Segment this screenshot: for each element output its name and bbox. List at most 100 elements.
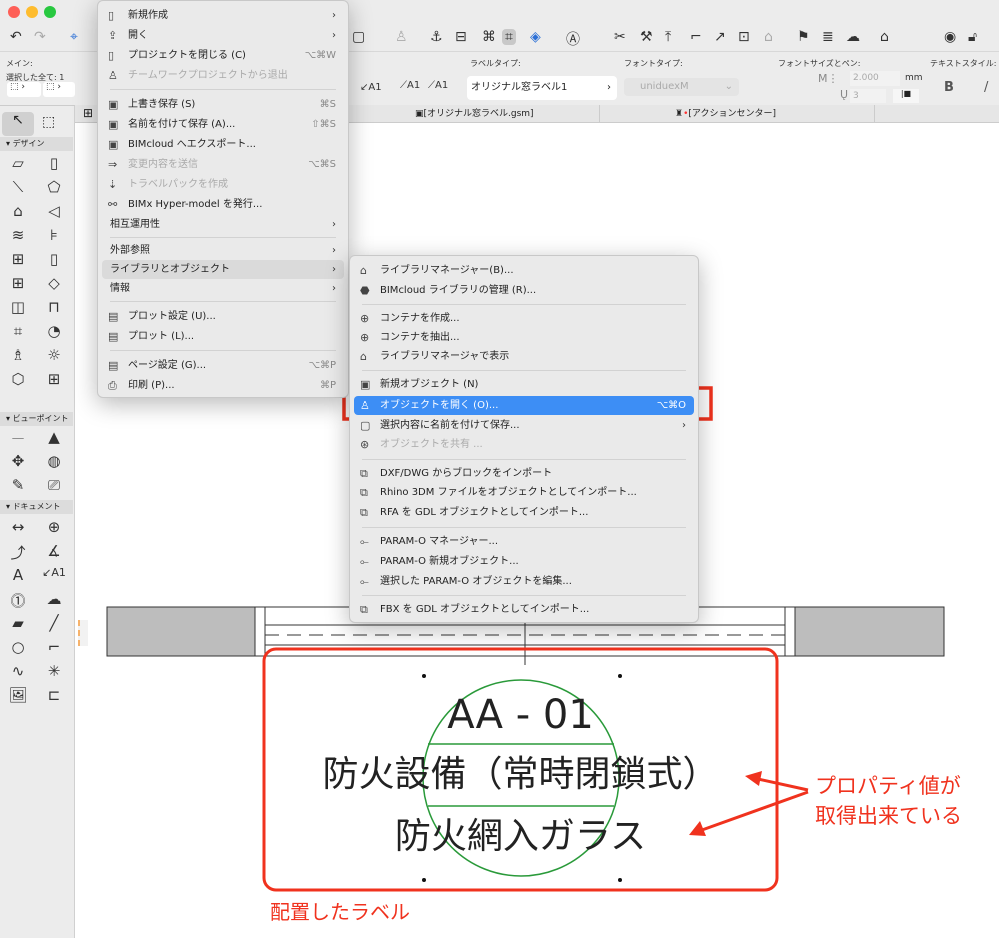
menu-item-icon: ⧉ — [360, 506, 368, 519]
menu-separator — [362, 459, 686, 460]
bimcloud-export-icon: ▣ — [108, 138, 119, 151]
menu-item-label: オブジェクトを開く (O)... — [380, 400, 499, 411]
menu-item-label: プロジェクトを閉じる (C) — [128, 50, 246, 61]
print-icon: ⎙ — [108, 379, 117, 392]
menu-item[interactable]: ⟜ PARAM-O 新規オブジェクト... — [354, 552, 694, 571]
menu-item-label: コンテナを抽出... — [380, 332, 460, 343]
menu-item-label: FBX を GDL オブジェクトとしてインポート... — [380, 604, 590, 615]
menu-item[interactable]: ⟜ 選択した PARAM-O オブジェクトを編集... — [354, 572, 694, 591]
menu-item-label: 情報 — [110, 283, 130, 294]
menu-item[interactable]: 外部参照 › — [102, 241, 344, 260]
close-project-icon: ▯ — [108, 49, 115, 62]
menu-separator — [362, 370, 686, 371]
menu-separator — [110, 350, 336, 351]
label-fire-equipment[interactable]: 防火設備（常時閉鎖式） — [264, 752, 777, 798]
menu-item[interactable]: 相互運用性 › — [102, 215, 344, 234]
menu-item[interactable]: ▤ プロット (L)... — [102, 327, 344, 346]
menu-item[interactable]: ⧉ Rhino 3DM ファイルをオブジェクトとしてインポート... — [354, 483, 694, 502]
menu-item-label: オブジェクトを共有 ... — [380, 439, 483, 450]
menu-item-icon: ⊛ — [360, 438, 370, 451]
menu-item[interactable]: ⊕ コンテナを抽出... — [354, 328, 694, 347]
menu-item-icon: ⟜ — [360, 575, 369, 588]
menu-item[interactable]: ♙ チームワークプロジェクトから退出 — [102, 66, 344, 85]
leave-team-icon: ♙ — [108, 69, 118, 82]
menu-item[interactable]: ▢ 選択内容に名前を付けて保存... › — [354, 416, 694, 435]
menu-item-icon: ⧉ — [360, 486, 368, 499]
menu-item[interactable]: ⧉ FBX を GDL オブジェクトとしてインポート... — [354, 600, 694, 619]
menu-item[interactable]: ▣ BIMcloud へエクスポート... — [102, 135, 344, 154]
menu-item-label: Rhino 3DM ファイルをオブジェクトとしてインポート... — [380, 487, 637, 498]
menu-item[interactable]: ▣ 上書き保存 (S) ⌘S — [102, 95, 344, 114]
wall-left — [106, 606, 256, 657]
annotation-placed-label: 配置したラベル — [270, 900, 410, 924]
menu-item-label: 新規オブジェクト (N) — [380, 379, 479, 390]
menu-item[interactable]: ▤ プロット設定 (U)... — [102, 307, 344, 326]
menu-item-label: ライブラリマネージャで表示 — [380, 351, 510, 362]
menu-item-label: DXF/DWG からブロックをインポート — [380, 468, 553, 479]
menu-separator — [362, 304, 686, 305]
annotation-property-1: プロパティ値が — [815, 774, 961, 798]
menu-item-label: 変更内容を送信 — [128, 159, 198, 170]
page-setup-icon: ▤ — [108, 359, 119, 372]
menu-separator — [110, 301, 336, 302]
menu-item[interactable]: ⚯ BIMx Hyper-model を発行... — [102, 195, 344, 214]
menu-item[interactable]: ⊕ コンテナを作成... — [354, 309, 694, 328]
menu-item-icon: ⧉ — [360, 603, 368, 616]
wall-right — [794, 606, 945, 657]
menu-item[interactable]: ⟜ PARAM-O マネージャー... — [354, 532, 694, 551]
menu-item-label: 名前を付けて保存 (A)... — [128, 119, 236, 130]
menu-item-label: BIMcloud へエクスポート... — [128, 139, 256, 150]
menu-item-label: トラベルパックを作成 — [128, 179, 228, 190]
menu-item-label: プロット設定 (U)... — [128, 311, 216, 322]
chevron-right-icon: › — [332, 30, 336, 41]
menu-item-label: 開く — [128, 30, 148, 41]
library-objects-submenu: ⌂ ライブラリマネージャー(B)... ⬣ BIMcloud ライブラリの管理 (R)… — [349, 255, 699, 623]
menu-separator — [362, 595, 686, 596]
chevron-right-icon: › — [332, 10, 336, 21]
send-icon: ⇒ — [108, 158, 118, 171]
menu-item[interactable]: ♙ オブジェクトを開く (O)... ⌥⌘O — [354, 396, 694, 415]
menu-item-icon: ⬣ — [360, 284, 370, 297]
menu-item[interactable]: ⇪ 開く › — [102, 26, 344, 45]
save-icon: ▣ — [108, 98, 119, 111]
menu-separator — [110, 237, 336, 238]
menu-item-label: BIMx Hyper-model を発行... — [128, 199, 263, 210]
label-id[interactable]: AA - 01 — [264, 692, 777, 738]
menu-item-label: ページ設定 (G)... — [128, 360, 207, 371]
menu-item[interactable]: ▤ ページ設定 (G)... ⌥⌘P — [102, 356, 344, 375]
menu-item-shortcut: ⌥⌘W — [304, 50, 336, 61]
menu-item[interactable]: 情報 › — [102, 279, 344, 298]
menu-item-icon: ♙ — [360, 399, 370, 412]
menu-item-label: BIMcloud ライブラリの管理 (R)... — [380, 285, 537, 296]
menu-item[interactable]: ▣ 新規オブジェクト (N) — [354, 375, 694, 394]
menu-item[interactable]: ⎙ 印刷 (P)... ⌘P — [102, 376, 344, 395]
menu-item-label: PARAM-O マネージャー... — [380, 536, 499, 547]
menu-item-shortcut: ⇧⌘S — [311, 119, 336, 130]
menu-item-shortcut: ⌘S — [319, 99, 336, 110]
menu-item[interactable]: ライブラリとオブジェクト › — [102, 260, 344, 279]
menu-item-label: RFA を GDL オブジェクトとしてインポート... — [380, 507, 589, 518]
menu-item-label: 印刷 (P)... — [128, 380, 175, 391]
save-as-icon: ▣ — [108, 118, 119, 131]
chevron-right-icon: › — [682, 420, 686, 431]
label-glass-type[interactable]: 防火網入ガラス — [264, 814, 777, 860]
menu-item[interactable]: ⬣ BIMcloud ライブラリの管理 (R)... — [354, 281, 694, 300]
menu-item[interactable]: ⌂ ライブラリマネージャで表示 — [354, 347, 694, 366]
menu-item[interactable]: ▯ プロジェクトを閉じる (C) ⌥⌘W — [102, 46, 344, 65]
menu-item-label: PARAM-O 新規オブジェクト... — [380, 556, 519, 567]
menu-item[interactable]: ⧉ DXF/DWG からブロックをインポート — [354, 464, 694, 483]
menu-item[interactable]: ▣ 名前を付けて保存 (A)... ⇧⌘S — [102, 115, 344, 134]
chevron-right-icon: › — [332, 283, 336, 294]
menu-item-label: プロット (L)... — [128, 331, 195, 342]
plot-setup-icon: ▤ — [108, 310, 119, 323]
menu-item[interactable]: ⧉ RFA を GDL オブジェクトとしてインポート... — [354, 503, 694, 522]
menu-item[interactable]: ⇒ 変更内容を送信 ⌥⌘S — [102, 155, 344, 174]
menu-item-label: 新規作成 — [128, 10, 168, 21]
menu-item[interactable]: ⊛ オブジェクトを共有 ... — [354, 435, 694, 454]
menu-item-icon: ▢ — [360, 419, 371, 432]
menu-item-icon: ⧉ — [360, 467, 368, 480]
menu-item[interactable]: ⇣ トラベルパックを作成 — [102, 175, 344, 194]
file-menu: ▯ 新規作成 › ⇪ 開く › ▯ プロジェクトを閉じる (C) ⌥⌘W ♙ チームワークプロジェク… — [97, 0, 349, 398]
menu-item[interactable]: ⌂ ライブラリマネージャー(B)... — [354, 261, 694, 280]
menu-item[interactable]: ▯ 新規作成 › — [102, 6, 344, 25]
